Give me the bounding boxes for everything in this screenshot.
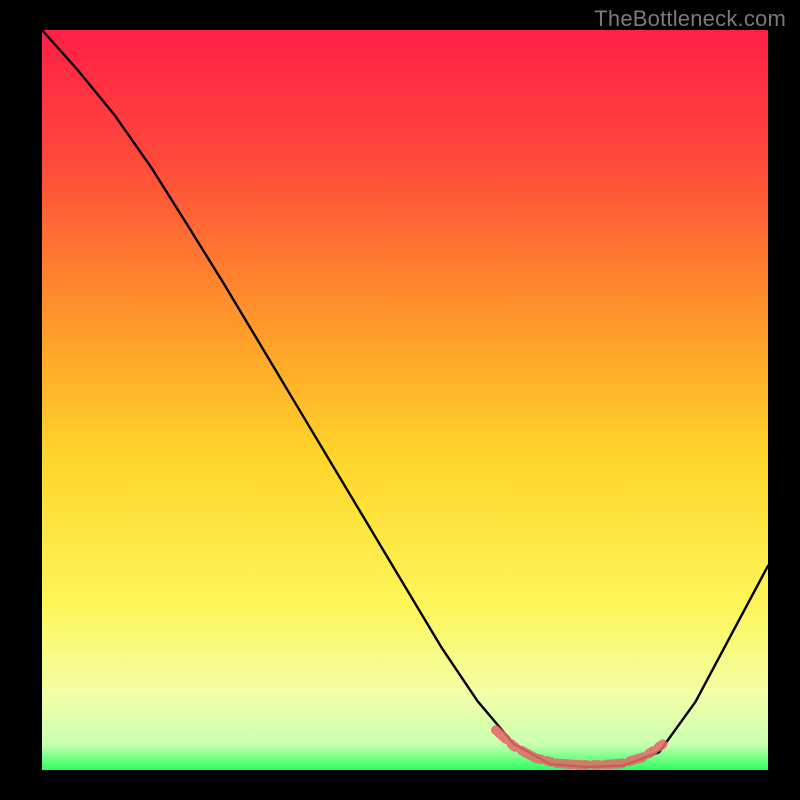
gradient-background [42, 30, 768, 770]
watermark-text: TheBottleneck.com [594, 6, 786, 32]
chart-canvas [0, 0, 800, 800]
chart-svg [0, 0, 800, 800]
